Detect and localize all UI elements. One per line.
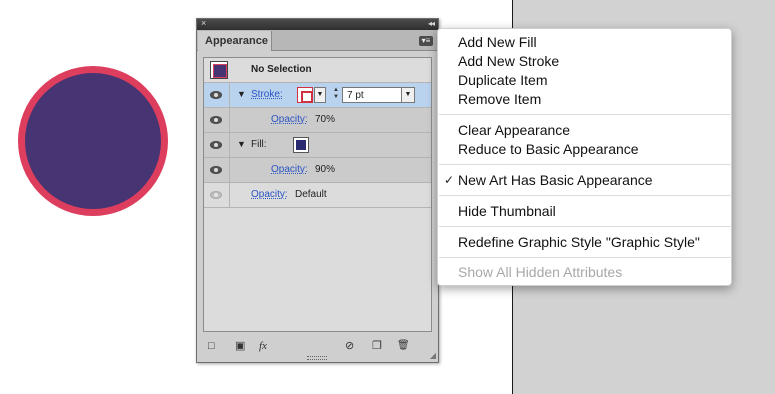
- panel-menu-icon[interactable]: ▾≡: [419, 36, 433, 46]
- menu-item-redefine-graphic-style[interactable]: Redefine Graphic Style "Graphic Style": [458, 233, 700, 252]
- disclosure-triangle-icon[interactable]: ▼: [237, 89, 246, 99]
- menu-item-show-hidden-attributes: Show All Hidden Attributes: [458, 264, 623, 280]
- thumbnail-icon: [210, 61, 228, 79]
- menu-separator: [439, 164, 732, 165]
- visibility-eye-icon[interactable]: [210, 116, 222, 124]
- opacity-value: 90%: [315, 164, 336, 175]
- resize-corner-icon[interactable]: ◢: [430, 351, 436, 360]
- stroke-label-link[interactable]: Stroke:: [251, 89, 283, 100]
- stroke-weight-stepper[interactable]: ▲ ▼: [331, 87, 341, 103]
- list-row-stroke[interactable]: ▼ Stroke: ▼ ▲ ▼ 7 pt ▼: [204, 83, 431, 108]
- list-row-fill-opacity[interactable]: Opacity: 90%: [204, 158, 431, 183]
- selection-label: No Selection: [251, 64, 312, 75]
- menu-separator: [439, 257, 732, 258]
- menu-item-new-art-basic-appearance[interactable]: New Art Has Basic Appearance: [458, 171, 653, 190]
- list-row-header[interactable]: No Selection: [204, 58, 431, 83]
- opacity-label-link[interactable]: Opacity:: [251, 189, 288, 200]
- menu-item-add-new-fill[interactable]: Add New Fill: [458, 33, 537, 52]
- stroke-swatch[interactable]: [297, 87, 313, 103]
- panel-flyout-menu: Add New Fill Add New Stroke Duplicate It…: [437, 28, 732, 286]
- menu-separator: [439, 114, 732, 115]
- panel-tabbar: Appearance ▾≡: [197, 30, 438, 51]
- menu-item-remove-item[interactable]: Remove Item: [458, 90, 541, 109]
- stroke-weight-dropdown-icon[interactable]: ▼: [401, 87, 415, 103]
- visibility-eye-icon[interactable]: [210, 191, 222, 199]
- menu-item-hide-thumbnail[interactable]: Hide Thumbnail: [458, 202, 556, 221]
- duplicate-item-icon[interactable]: ❐: [372, 339, 382, 353]
- list-row-fill[interactable]: ▼ Fill:: [204, 133, 431, 158]
- visibility-eye-icon[interactable]: [210, 91, 222, 99]
- list-row-stroke-opacity[interactable]: Opacity: 70%: [204, 108, 431, 133]
- menu-item-duplicate-item[interactable]: Duplicate Item: [458, 71, 547, 90]
- collapse-icon[interactable]: ◂◂: [428, 18, 435, 29]
- panel-titlebar[interactable]: × ◂◂: [197, 18, 438, 30]
- menu-separator: [439, 226, 732, 227]
- disclosure-triangle-icon[interactable]: ▼: [237, 139, 246, 149]
- add-new-fill-icon[interactable]: ▣: [235, 339, 245, 353]
- checkmark-icon: ✓: [444, 173, 455, 187]
- stroke-weight-field[interactable]: 7 pt: [342, 87, 402, 103]
- opacity-value: 70%: [315, 114, 336, 125]
- circle-artwork[interactable]: [18, 66, 168, 216]
- close-icon[interactable]: ×: [201, 18, 206, 29]
- visibility-eye-icon[interactable]: [210, 166, 222, 174]
- appearance-panel: × ◂◂ Appearance ▾≡ No Selection ▼ Stroke…: [196, 18, 439, 363]
- appearance-list: No Selection ▼ Stroke: ▼ ▲ ▼ 7 pt ▼ Opaci…: [203, 57, 432, 332]
- menu-separator: [439, 195, 732, 196]
- clear-appearance-icon[interactable]: ⊘: [345, 339, 354, 353]
- add-effect-fx-icon[interactable]: fx: [259, 339, 267, 353]
- stroke-swatch-dropdown-icon[interactable]: ▼: [314, 87, 326, 103]
- opacity-value: Default: [295, 189, 327, 200]
- visibility-eye-icon[interactable]: [210, 141, 222, 149]
- opacity-label-link[interactable]: Opacity:: [271, 164, 308, 175]
- menu-item-add-new-stroke[interactable]: Add New Stroke: [458, 52, 559, 71]
- tab-appearance[interactable]: Appearance: [198, 31, 272, 51]
- menu-item-reduce-to-basic[interactable]: Reduce to Basic Appearance: [458, 140, 639, 159]
- delete-icon[interactable]: 🗑: [397, 339, 410, 353]
- fill-label: Fill:: [251, 139, 267, 150]
- menu-item-clear-appearance[interactable]: Clear Appearance: [458, 121, 570, 140]
- panel-footer: □ ▣ fx ⊘ ❐ 🗑: [197, 337, 438, 357]
- list-row-object-opacity[interactable]: Opacity: Default: [204, 183, 431, 208]
- resize-grip[interactable]: [307, 356, 327, 360]
- add-new-stroke-icon[interactable]: □: [208, 339, 215, 353]
- opacity-label-link[interactable]: Opacity:: [271, 114, 308, 125]
- fill-swatch[interactable]: [293, 137, 309, 153]
